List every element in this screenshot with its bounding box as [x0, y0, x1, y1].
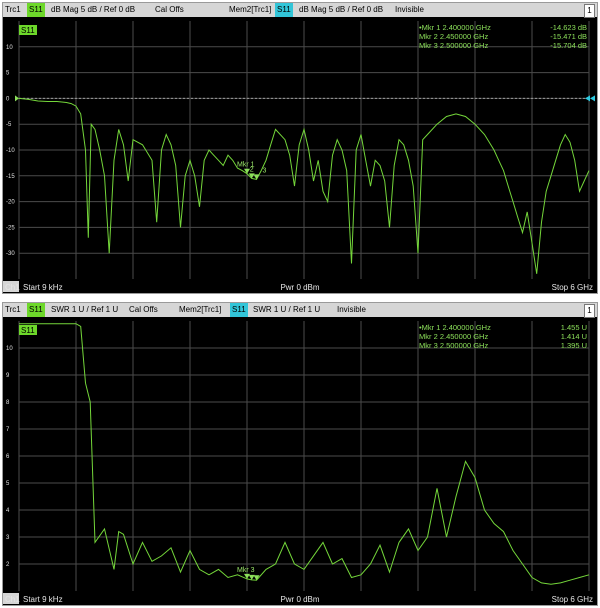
chart-plot-bottom: 10 9 8 7 6 5 4 3 2 S11 •Mkr 1 2.400000 GHz 1.455 U M… [3, 321, 593, 604]
trace-name[interactable]: Trc1 [5, 303, 21, 317]
cal-offset-label: Cal Offs [155, 5, 184, 14]
channel-tag-label: Ch1 [5, 283, 20, 292]
trace-header-top: Trc1 S11 dB Mag 5 dB / Ref 0 dB Cal Offs… [3, 3, 597, 18]
trace-format[interactable]: dB Mag 5 dB / Ref 0 dB [51, 3, 135, 17]
marker-info-label: Mkr 2 2.450000 GHz [419, 332, 488, 341]
stop-frequency-label: Stop 6 GHz [552, 283, 593, 292]
marker-tag-label: 2 [250, 166, 254, 173]
memory-state: Invisible [337, 305, 366, 314]
channel-tag: Ch1 [3, 281, 20, 292]
y-tick-label: 3 [6, 535, 10, 541]
marker-info-label: Mkr 3 2.500000 GHz [419, 341, 488, 350]
stop-frequency-label: Stop 6 GHz [552, 595, 593, 604]
start-frequency-label: Start 9 kHz [23, 595, 63, 604]
trace-param-s11[interactable]: S11 [27, 3, 45, 17]
marker-info-label: Mkr 2 2.450000 GHz [419, 32, 488, 41]
y-tick-label: 5 [6, 481, 10, 487]
trace-header-bottom: Trc1 S11 SWR 1 U / Ref 1 U Cal Offs Mem2… [3, 303, 597, 318]
y-tick-label: 10 [6, 346, 13, 352]
memory-format[interactable]: SWR 1 U / Ref 1 U [253, 303, 320, 317]
marker-info-value: 1.414 U [561, 332, 587, 341]
y-tick-label: -15 [6, 174, 15, 180]
y-tick-label: -20 [6, 200, 15, 206]
reference-arrow-icon [585, 95, 590, 102]
power-label: Pwr 0 dBm [280, 283, 319, 292]
start-frequency-label: Start 9 kHz [23, 283, 63, 292]
y-tick-label: 9 [6, 373, 10, 379]
chart-plot-top: 10 5 0 -5 -10 -15 -20 -25 -30 S11 •Mkr 1 2.400000 … [3, 21, 595, 292]
chart-panel-bottom: Trc1 S11 SWR 1 U / Ref 1 U Cal Offs Mem2… [2, 302, 598, 606]
y-tick-label: 4 [6, 508, 10, 514]
y-tick-label: -25 [6, 225, 15, 231]
channel-tag: Ch1 [3, 593, 20, 604]
marker-info-value: 1.395 U [561, 341, 587, 350]
chart-panel-top: Trc1 S11 dB Mag 5 dB / Ref 0 dB Cal Offs… [2, 2, 598, 294]
marker-info-value: 1.455 U [561, 323, 587, 332]
panel-number[interactable]: 1 [584, 4, 595, 18]
trace-param-s11[interactable]: S11 [27, 303, 45, 317]
trace-tag: S11 [19, 25, 37, 35]
y-tick-label: 6 [6, 454, 10, 460]
cal-offset-label: Cal Offs [129, 305, 158, 314]
y-tick-label: 5 [6, 71, 10, 77]
y-tick-label: -10 [6, 148, 15, 154]
trace-tag-label: S11 [21, 26, 35, 35]
marker-info-value: -14.623 dB [550, 23, 587, 32]
marker-tag-label: 3 [262, 167, 266, 174]
y-tick-label: 2 [6, 562, 10, 568]
trace-name[interactable]: Trc1 [5, 3, 21, 17]
trace-tag: S11 [19, 325, 37, 335]
marker-info-label: •Mkr 1 2.400000 GHz [419, 323, 491, 332]
channel-tag-label: Ch1 [5, 595, 20, 604]
y-tick-label: -5 [6, 122, 12, 128]
trace-format[interactable]: SWR 1 U / Ref 1 U [51, 303, 118, 317]
y-tick-label: 0 [6, 96, 10, 102]
power-label: Pwr 0 dBm [280, 595, 319, 604]
memory-state: Invisible [395, 5, 424, 14]
marker-tag-label: Mkr 3 [237, 567, 255, 574]
memory-trace-name[interactable]: Mem2[Trc1] [179, 303, 221, 317]
memory-param-s11[interactable]: S11 [230, 303, 248, 317]
memory-format[interactable]: dB Mag 5 dB / Ref 0 dB [299, 3, 383, 17]
panel-number[interactable]: 1 [584, 304, 595, 318]
y-tick-label: 8 [6, 400, 10, 406]
memory-param-s11[interactable]: S11 [275, 3, 293, 17]
marker-info-value: -15.471 dB [550, 32, 587, 41]
memory-trace-name[interactable]: Mem2[Trc1] [229, 3, 271, 17]
trace-tag-label: S11 [21, 326, 35, 335]
reference-arrow-icon [590, 95, 595, 102]
y-tick-label: 10 [6, 45, 13, 51]
y-tick-label: 7 [6, 427, 10, 433]
marker-info-label: •Mkr 1 2.400000 GHz [419, 23, 491, 32]
reference-level-icon [15, 95, 19, 102]
y-tick-label: -30 [6, 251, 15, 257]
marker-info-label: Mkr 3 2.500000 GHz [419, 41, 488, 50]
marker-info-value: -15.704 dB [550, 41, 587, 50]
